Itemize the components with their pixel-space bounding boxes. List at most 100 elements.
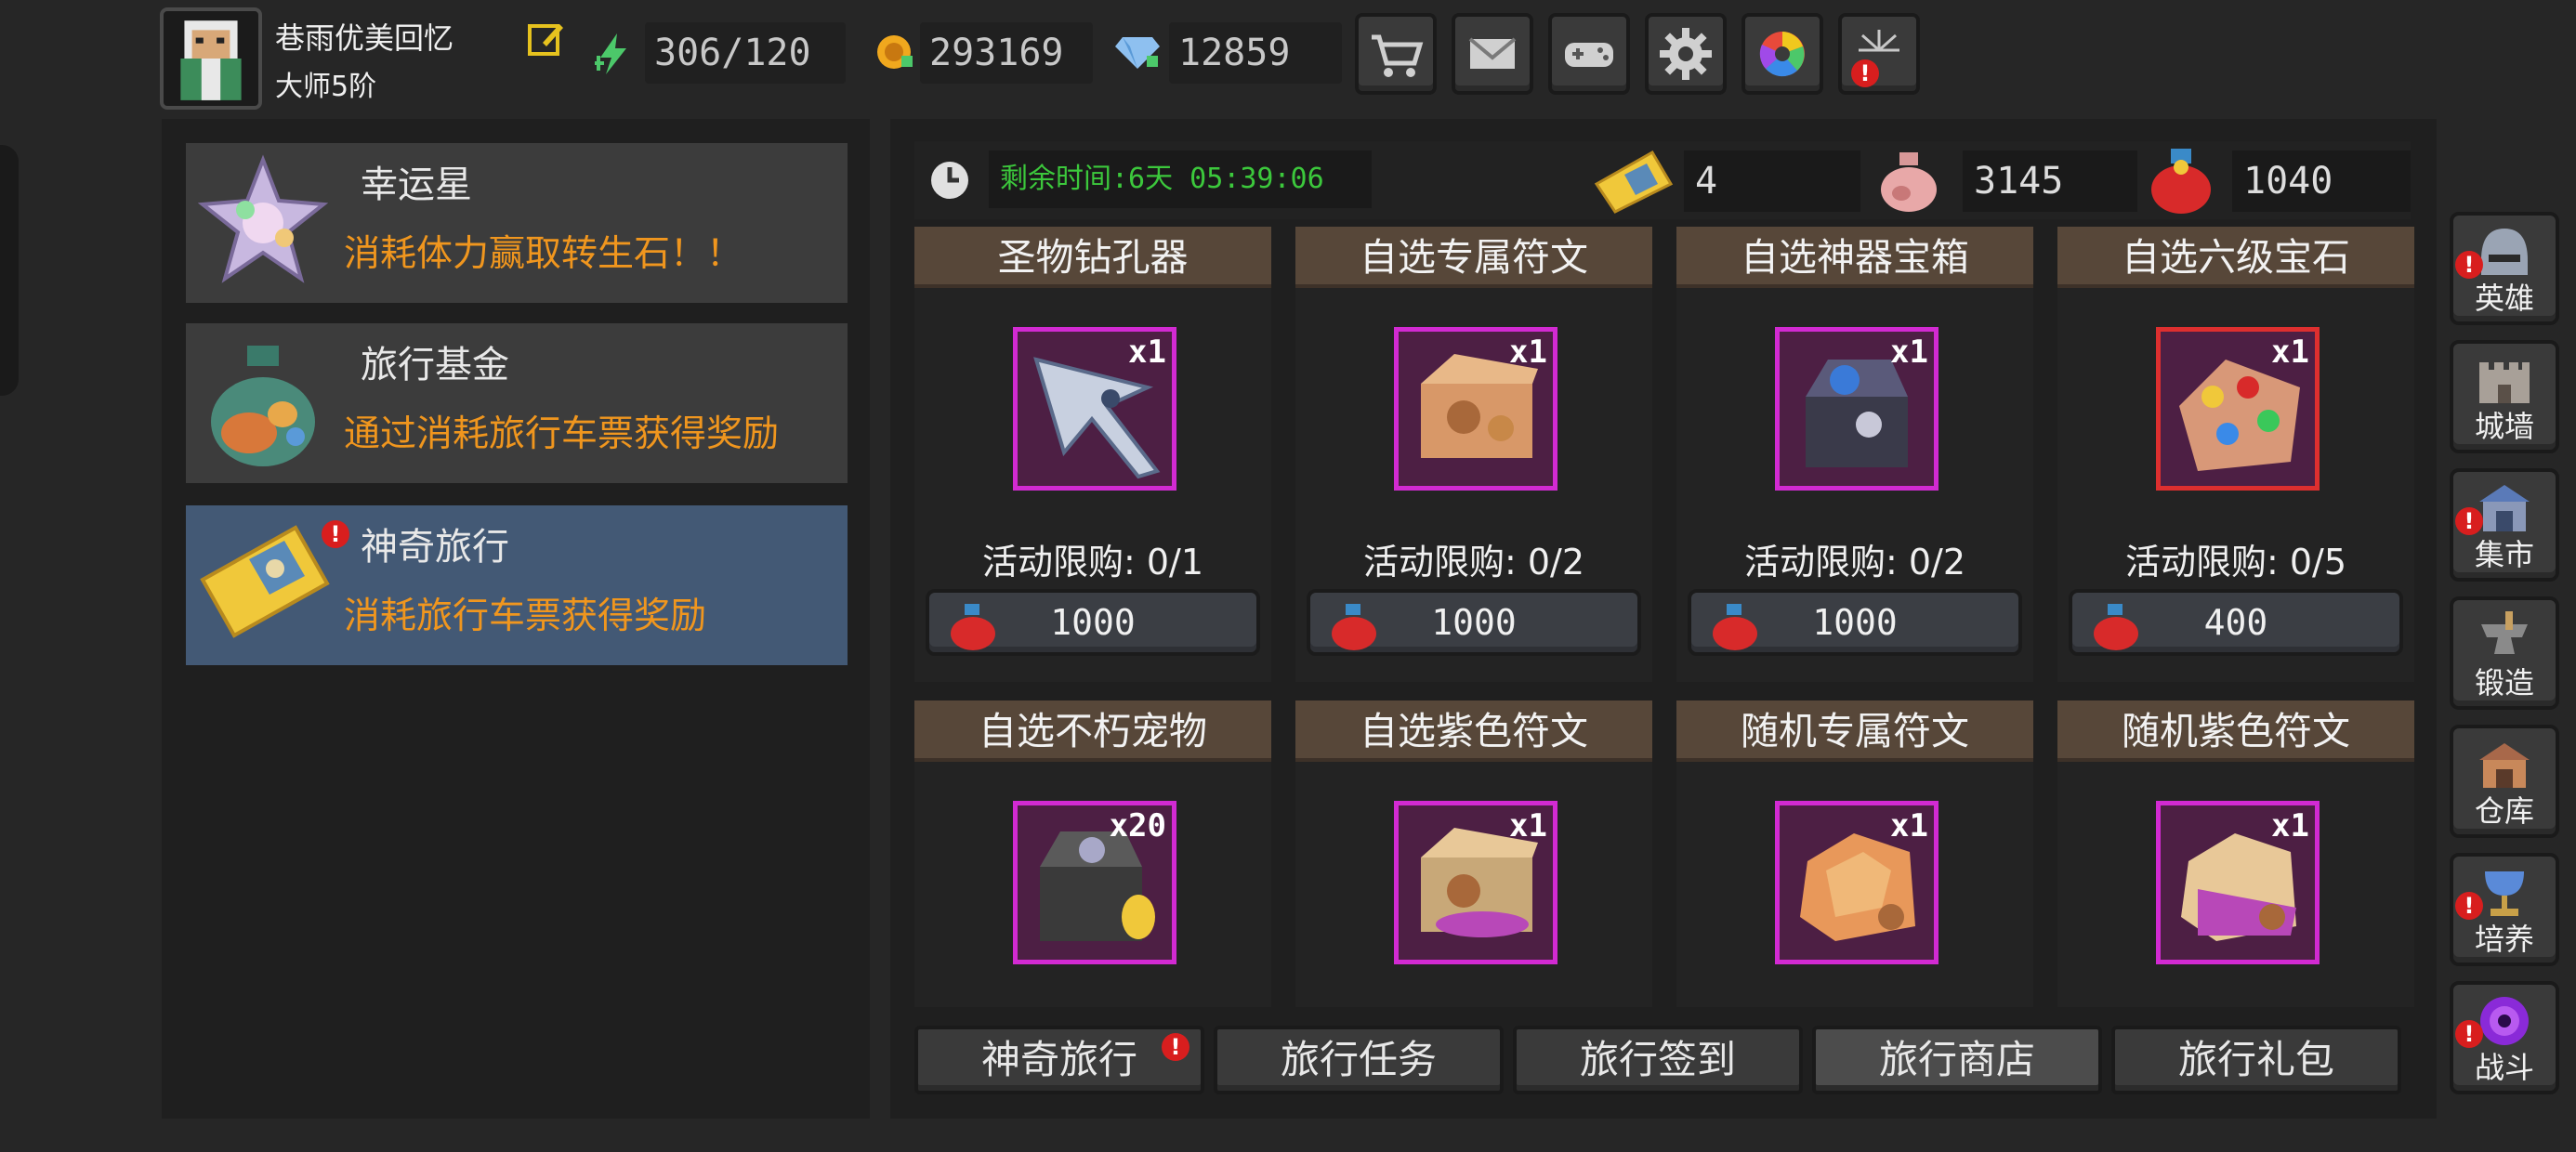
player-name: 巷雨优美回忆 — [275, 20, 454, 56]
tab-travel-tasks[interactable]: 旅行任务 — [1214, 1026, 1504, 1094]
gamepad-button[interactable] — [1548, 13, 1630, 95]
menu-title: 旅行基金 — [361, 344, 509, 386]
helmet-icon — [2476, 223, 2533, 281]
shop-item-slot[interactable]: x20 — [1013, 801, 1176, 964]
item-quantity: x1 — [2271, 334, 2309, 371]
menu-desc: 通过消耗旅行车票获得奖励 — [344, 413, 780, 455]
shop-item-slot[interactable]: x1 — [2156, 327, 2320, 491]
sidebar-item-wall[interactable]: 城墙 — [2450, 340, 2559, 453]
purchase-limit: 活动限购: 0/1 — [981, 542, 1204, 583]
mail-icon — [1468, 37, 1517, 69]
shop-item-slot[interactable]: x1 — [1013, 327, 1176, 491]
currency-bar: 剩余时间:6天 05:39:06 4 3145 1040 — [914, 141, 2411, 219]
red-pouch-icon — [1329, 602, 1379, 650]
menu-title: 神奇旅行 — [361, 526, 509, 569]
tab-travel-checkin[interactable]: 旅行签到 — [1513, 1026, 1803, 1094]
mail-button[interactable] — [1452, 13, 1533, 95]
player-rank: 大师5阶 — [275, 71, 377, 103]
portal-icon — [2476, 992, 2533, 1050]
shop-item-name: 随机紫色符文 — [2057, 700, 2414, 762]
sidebar-item-warehouse[interactable]: 仓库 — [2450, 725, 2559, 838]
shop-item-slot[interactable]: x1 — [2156, 801, 2320, 964]
sidebar-item-forge[interactable]: 锻造 — [2450, 596, 2559, 710]
pink-pouch-count: 3145 — [1963, 151, 2137, 212]
fireworks-button[interactable]: ! — [1838, 13, 1920, 95]
clock-icon — [927, 158, 972, 203]
shop-item-slot[interactable]: x1 — [1394, 327, 1557, 491]
item-quantity: x1 — [1890, 334, 1928, 371]
item-quantity: x1 — [1128, 334, 1166, 371]
sidebar-item-train[interactable]: ! 培养 — [2450, 853, 2559, 966]
purchase-limit: 活动限购: 0/2 — [1743, 542, 1966, 583]
ticket-icon — [193, 515, 333, 654]
alert-badge: ! — [1162, 1033, 1189, 1061]
color-wheel-button[interactable] — [1741, 13, 1823, 95]
market-icon — [2476, 479, 2533, 537]
buy-button[interactable]: 1000 — [926, 589, 1260, 656]
tab-travel-shop[interactable]: 旅行商店 — [1812, 1026, 2102, 1094]
menu-item-magic-travel[interactable]: ! 神奇旅行 消耗旅行车票获得奖励 — [186, 505, 848, 665]
sidebar-label: 锻造 — [2474, 665, 2534, 700]
sidebar-label: 仓库 — [2474, 793, 2534, 829]
stamina-icon — [595, 33, 632, 74]
sidebar-label: 战斗 — [2474, 1050, 2534, 1085]
chalice-icon — [2476, 864, 2533, 922]
gamepad-icon — [1565, 43, 1613, 67]
shop-card: 圣物钻孔器 x1 活动限购: 0/1 1000 — [914, 227, 1271, 682]
shop-card: 自选不朽宠物 x20 — [914, 700, 1271, 1007]
shop-item-name: 自选不朽宠物 — [914, 700, 1271, 762]
remaining-time: 剩余时间:6天 05:39:06 — [989, 151, 1372, 208]
ticket-icon — [1593, 147, 1675, 214]
red-pouch-count: 1040 — [2232, 151, 2411, 212]
item-quantity: x1 — [1509, 807, 1547, 844]
diamond-icon — [1115, 33, 1160, 71]
price-label: 1000 — [1812, 602, 1898, 643]
sidebar-item-battle[interactable]: ! 战斗 — [2450, 981, 2559, 1094]
sidebar-item-hero[interactable]: ! 英雄 — [2450, 212, 2559, 325]
gear-icon — [1660, 28, 1712, 80]
menu-desc: 消耗体力赢取转生石！！ — [344, 233, 743, 275]
buy-button[interactable]: 400 — [2069, 589, 2403, 656]
anvil-icon — [2476, 608, 2533, 665]
pink-pouch-icon — [1875, 147, 1942, 214]
red-pouch-icon — [2147, 145, 2215, 216]
tab-label: 旅行任务 — [1280, 1037, 1437, 1082]
tab-label: 神奇旅行 — [980, 1037, 1137, 1082]
menu-desc: 消耗旅行车票获得奖励 — [344, 596, 707, 637]
gold-coin-icon — [874, 32, 914, 72]
red-pouch-icon — [2091, 602, 2141, 650]
ticket-count: 4 — [1684, 151, 1860, 212]
tab-travel-gift[interactable]: 旅行礼包 — [2111, 1026, 2401, 1094]
alert-badge: ! — [1851, 59, 1879, 87]
shop-cart-button[interactable] — [1355, 13, 1437, 95]
price-label: 400 — [2203, 602, 2268, 643]
menu-item-travel-fund[interactable]: 旅行基金 通过消耗旅行车票获得奖励 — [186, 323, 848, 483]
shop-item-slot[interactable]: x1 — [1394, 801, 1557, 964]
price-label: 1000 — [1431, 602, 1517, 643]
settings-button[interactable] — [1645, 13, 1727, 95]
shop-card: 随机专属符文 x1 — [1676, 700, 2033, 1007]
buy-button[interactable]: 1000 — [1307, 589, 1641, 656]
color-wheel-icon — [1759, 32, 1805, 77]
shop-item-slot[interactable]: x1 — [1775, 801, 1939, 964]
avatar[interactable] — [160, 7, 262, 110]
sidebar-item-market[interactable]: ! 集市 — [2450, 468, 2559, 582]
alert-badge: ! — [322, 520, 349, 548]
edge-drawer-tab[interactable] — [0, 145, 19, 396]
sidebar-label: 英雄 — [2474, 281, 2534, 316]
item-quantity: x20 — [1109, 807, 1166, 844]
shop-item-slot[interactable]: x1 — [1775, 327, 1939, 491]
shop-card: 自选六级宝石 x1 活动限购: 0/5 400 — [2057, 227, 2414, 682]
wall-icon — [2476, 351, 2533, 409]
menu-item-lucky-star[interactable]: 幸运星 消耗体力赢取转生石！！ — [186, 143, 848, 303]
travel-shop-panel: 剩余时间:6天 05:39:06 4 3145 1040 圣物钻孔器 x1 活动… — [890, 119, 2437, 1119]
item-quantity: x1 — [2271, 807, 2309, 844]
menu-title: 幸运星 — [361, 164, 472, 206]
price-label: 1000 — [1050, 602, 1136, 643]
tab-magic-travel[interactable]: 神奇旅行 ! — [914, 1026, 1204, 1094]
edit-icon[interactable] — [526, 19, 567, 59]
shop-card: 自选神器宝箱 x1 活动限购: 0/2 1000 — [1676, 227, 2033, 682]
stamina-value: 306/120 — [645, 22, 846, 84]
tab-label: 旅行礼包 — [2177, 1037, 2334, 1082]
buy-button[interactable]: 1000 — [1688, 589, 2022, 656]
